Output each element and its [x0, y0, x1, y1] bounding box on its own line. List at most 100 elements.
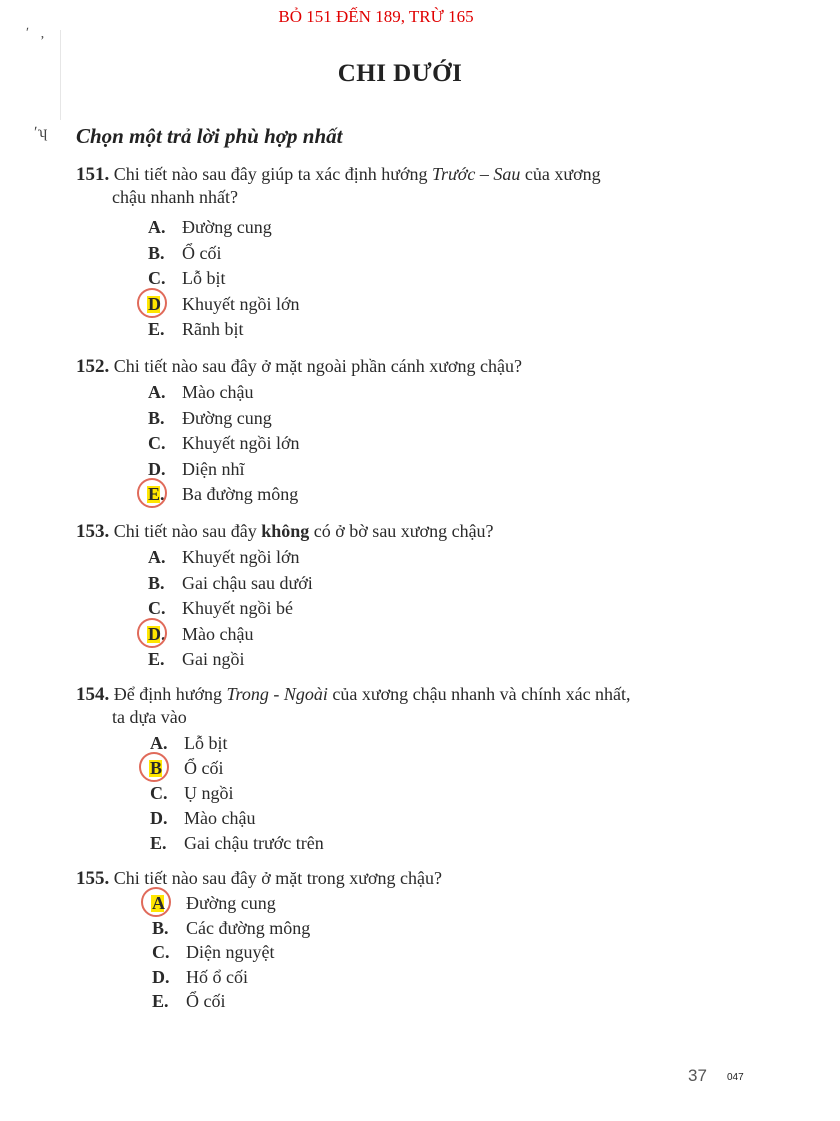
answer-option: E. Gai ngồi: [148, 647, 245, 671]
question-text-continuation: chậu nhanh nhất?: [112, 187, 238, 207]
option-text: Ổ cối: [184, 758, 224, 778]
option-letter-text: C.: [152, 942, 170, 962]
option-letter-text: E.: [148, 319, 165, 339]
option-letter: E.: [148, 647, 182, 671]
option-text: Ba đường mông: [182, 484, 299, 504]
question-stem: 153. Chi tiết nào sau đây không có ở bờ …: [76, 520, 716, 543]
question-text: Trong - Ngoài: [226, 684, 328, 704]
selected-answer-circle-icon: [137, 617, 167, 648]
option-text: Đường cung: [182, 407, 272, 428]
option-letter: D.: [137, 617, 182, 648]
answer-option: E. Ba đường mông: [137, 478, 299, 508]
option-letter-text: C.: [150, 783, 168, 803]
answer-option: D. Hố ổ cối: [152, 965, 248, 989]
option-letter: C.: [148, 266, 182, 290]
option-text: Khuyết ngồi lớn: [182, 547, 300, 567]
option-letter-text: C.: [148, 268, 166, 288]
option-text: Mào chậu: [182, 382, 254, 402]
option-letter-text: D.: [150, 808, 168, 828]
option-letter: C.: [148, 596, 182, 620]
option-letter-text: E.: [152, 991, 169, 1011]
scan-mark: ʼ: [40, 34, 45, 49]
option-text: Diện nhĩ: [182, 458, 245, 479]
answer-option: BỔ cối: [139, 752, 224, 782]
selected-answer-circle-icon: [141, 887, 171, 917]
option-text: Đường cung: [186, 893, 276, 913]
option-letter: E.: [152, 989, 186, 1013]
option-letter-text: C.: [148, 598, 166, 618]
question-text: Chi tiết nào sau đây ở mặt trong xương c…: [113, 868, 442, 888]
option-letter-text: E.: [150, 833, 167, 853]
option-letter-text: B.: [148, 572, 165, 593]
answer-option: E. Gai chậu trước trên: [150, 831, 324, 855]
option-letter-text: B.: [148, 242, 165, 263]
option-letter-text: C.: [148, 433, 166, 453]
option-text: Diện nguyệt: [186, 942, 275, 962]
option-text: Gai chậu sau dưới: [182, 572, 313, 593]
option-text: Mào chậu: [182, 623, 254, 644]
question-text-continuation: ta dựa vào: [112, 707, 187, 727]
option-letter-text: B.: [152, 917, 169, 938]
option-letter: D.: [148, 457, 182, 481]
option-letter: B.: [148, 241, 182, 265]
option-text: Rãnh bịt: [182, 319, 244, 339]
selected-answer-circle-icon: [137, 287, 167, 318]
option-letter: D: [137, 287, 182, 318]
option-text: Lỗ bịt: [184, 733, 228, 753]
option-letter: B: [139, 752, 184, 782]
question-number: 151.: [76, 164, 110, 185]
instruction-heading: Chọn một trả lời phù hợp nhất: [76, 124, 343, 148]
answer-option: D Khuyết ngồi lớn: [137, 287, 300, 318]
answer-option: D. Mào chậu: [150, 806, 255, 830]
option-text: Mào chậu: [184, 808, 256, 828]
option-text: Khuyết ngồi lớn: [182, 293, 300, 314]
option-text: Các đường mông: [186, 917, 311, 938]
option-text: Đường cung: [182, 217, 272, 237]
option-text: Gai chậu trước trên: [184, 833, 324, 853]
answer-option: C. Ụ ngồi: [150, 781, 234, 805]
option-letter: C.: [150, 781, 184, 805]
option-text: Ụ ngồi: [184, 783, 234, 803]
option-letter: B.: [148, 406, 182, 430]
scan-mark: ʹ: [26, 26, 30, 41]
question-text: Chi tiết nào sau đây: [113, 521, 262, 541]
option-text: Gai ngồi: [182, 649, 245, 669]
answer-option: A. Lỗ bịt: [150, 731, 228, 755]
answer-option: B. Gai chậu sau dưới: [148, 571, 313, 595]
answer-option: A. Khuyết ngồi lớn: [148, 545, 300, 569]
question-stem: 154. Để định hướng Trong - Ngoài của xươ…: [76, 683, 716, 729]
option-letter: A.: [148, 545, 182, 569]
option-letter-text: B.: [148, 407, 165, 428]
question-stem: 151. Chi tiết nào sau đây giúp ta xác đị…: [76, 163, 716, 209]
answer-option: C. Khuyết ngồi lớn: [148, 431, 300, 455]
option-letter-text: D.: [148, 458, 166, 479]
option-letter-text: A.: [148, 382, 166, 402]
header-note: BỎ 151 ĐẾN 189, TRỪ 165: [278, 7, 474, 26]
question-number: 155.: [76, 868, 110, 889]
option-letter: A.: [148, 215, 182, 239]
question-text: của xương: [520, 164, 601, 184]
answer-option: B. Đường cung: [148, 406, 272, 430]
option-letter-text: A.: [150, 733, 168, 753]
option-letter: A: [141, 887, 186, 917]
question-number: 153.: [76, 521, 110, 542]
page-title: CHI DƯỚI: [337, 60, 463, 87]
answer-option: B. Các đường mông: [152, 916, 310, 940]
answer-option: A Đường cung: [141, 887, 276, 917]
option-letter: A.: [148, 380, 182, 404]
option-letter: E.: [137, 478, 182, 508]
page-number: 37: [688, 1066, 707, 1085]
answer-option: B. Ổ cối: [148, 241, 222, 265]
option-letter-text: D.: [152, 966, 170, 987]
option-text: Khuyết ngồi lớn: [182, 433, 300, 453]
selected-answer-circle-icon: [137, 478, 167, 508]
answer-option: A. Mào chậu: [148, 380, 253, 404]
option-text: Ổ cối: [182, 242, 222, 263]
answer-option: D. Mào chậu: [137, 617, 254, 648]
question-text: của xương chậu nhanh và chính xác nhất,: [327, 684, 631, 704]
question-text: Trước – Sau: [431, 164, 521, 184]
option-letter: E.: [148, 317, 182, 341]
option-text: Ổ cối: [186, 991, 226, 1011]
option-letter-text: E.: [148, 649, 165, 669]
question-number: 152.: [76, 356, 110, 377]
